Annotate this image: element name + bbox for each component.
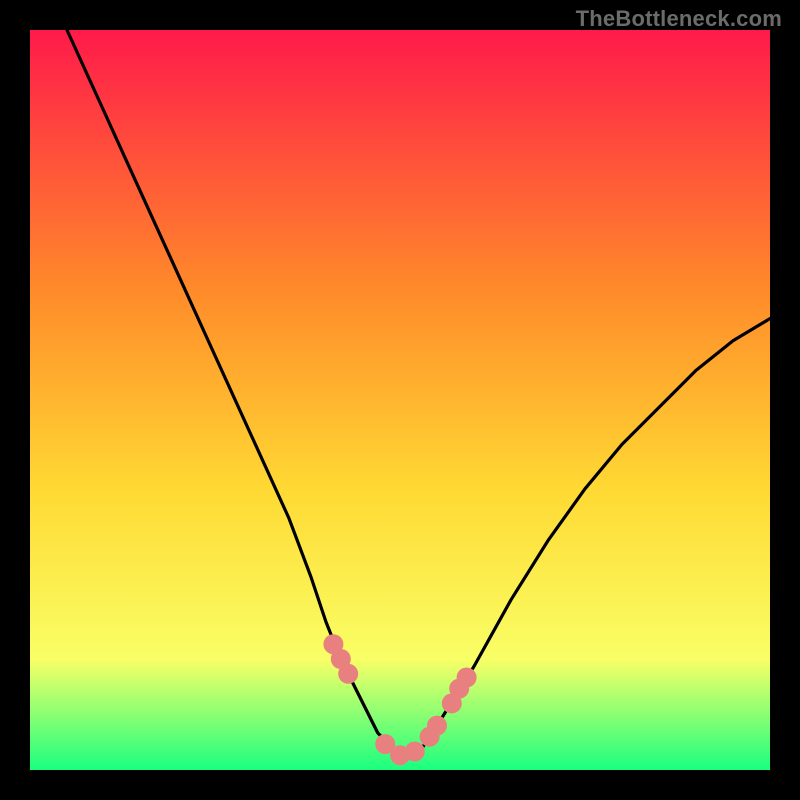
chart-container: TheBottleneck.com: [0, 0, 800, 800]
bottleneck-chart: [0, 0, 800, 800]
highlight-point: [338, 664, 358, 684]
highlight-point: [427, 716, 447, 736]
plot-background: [30, 30, 770, 770]
watermark-label: TheBottleneck.com: [576, 6, 782, 32]
highlight-point: [405, 742, 425, 762]
highlight-point: [457, 668, 477, 688]
